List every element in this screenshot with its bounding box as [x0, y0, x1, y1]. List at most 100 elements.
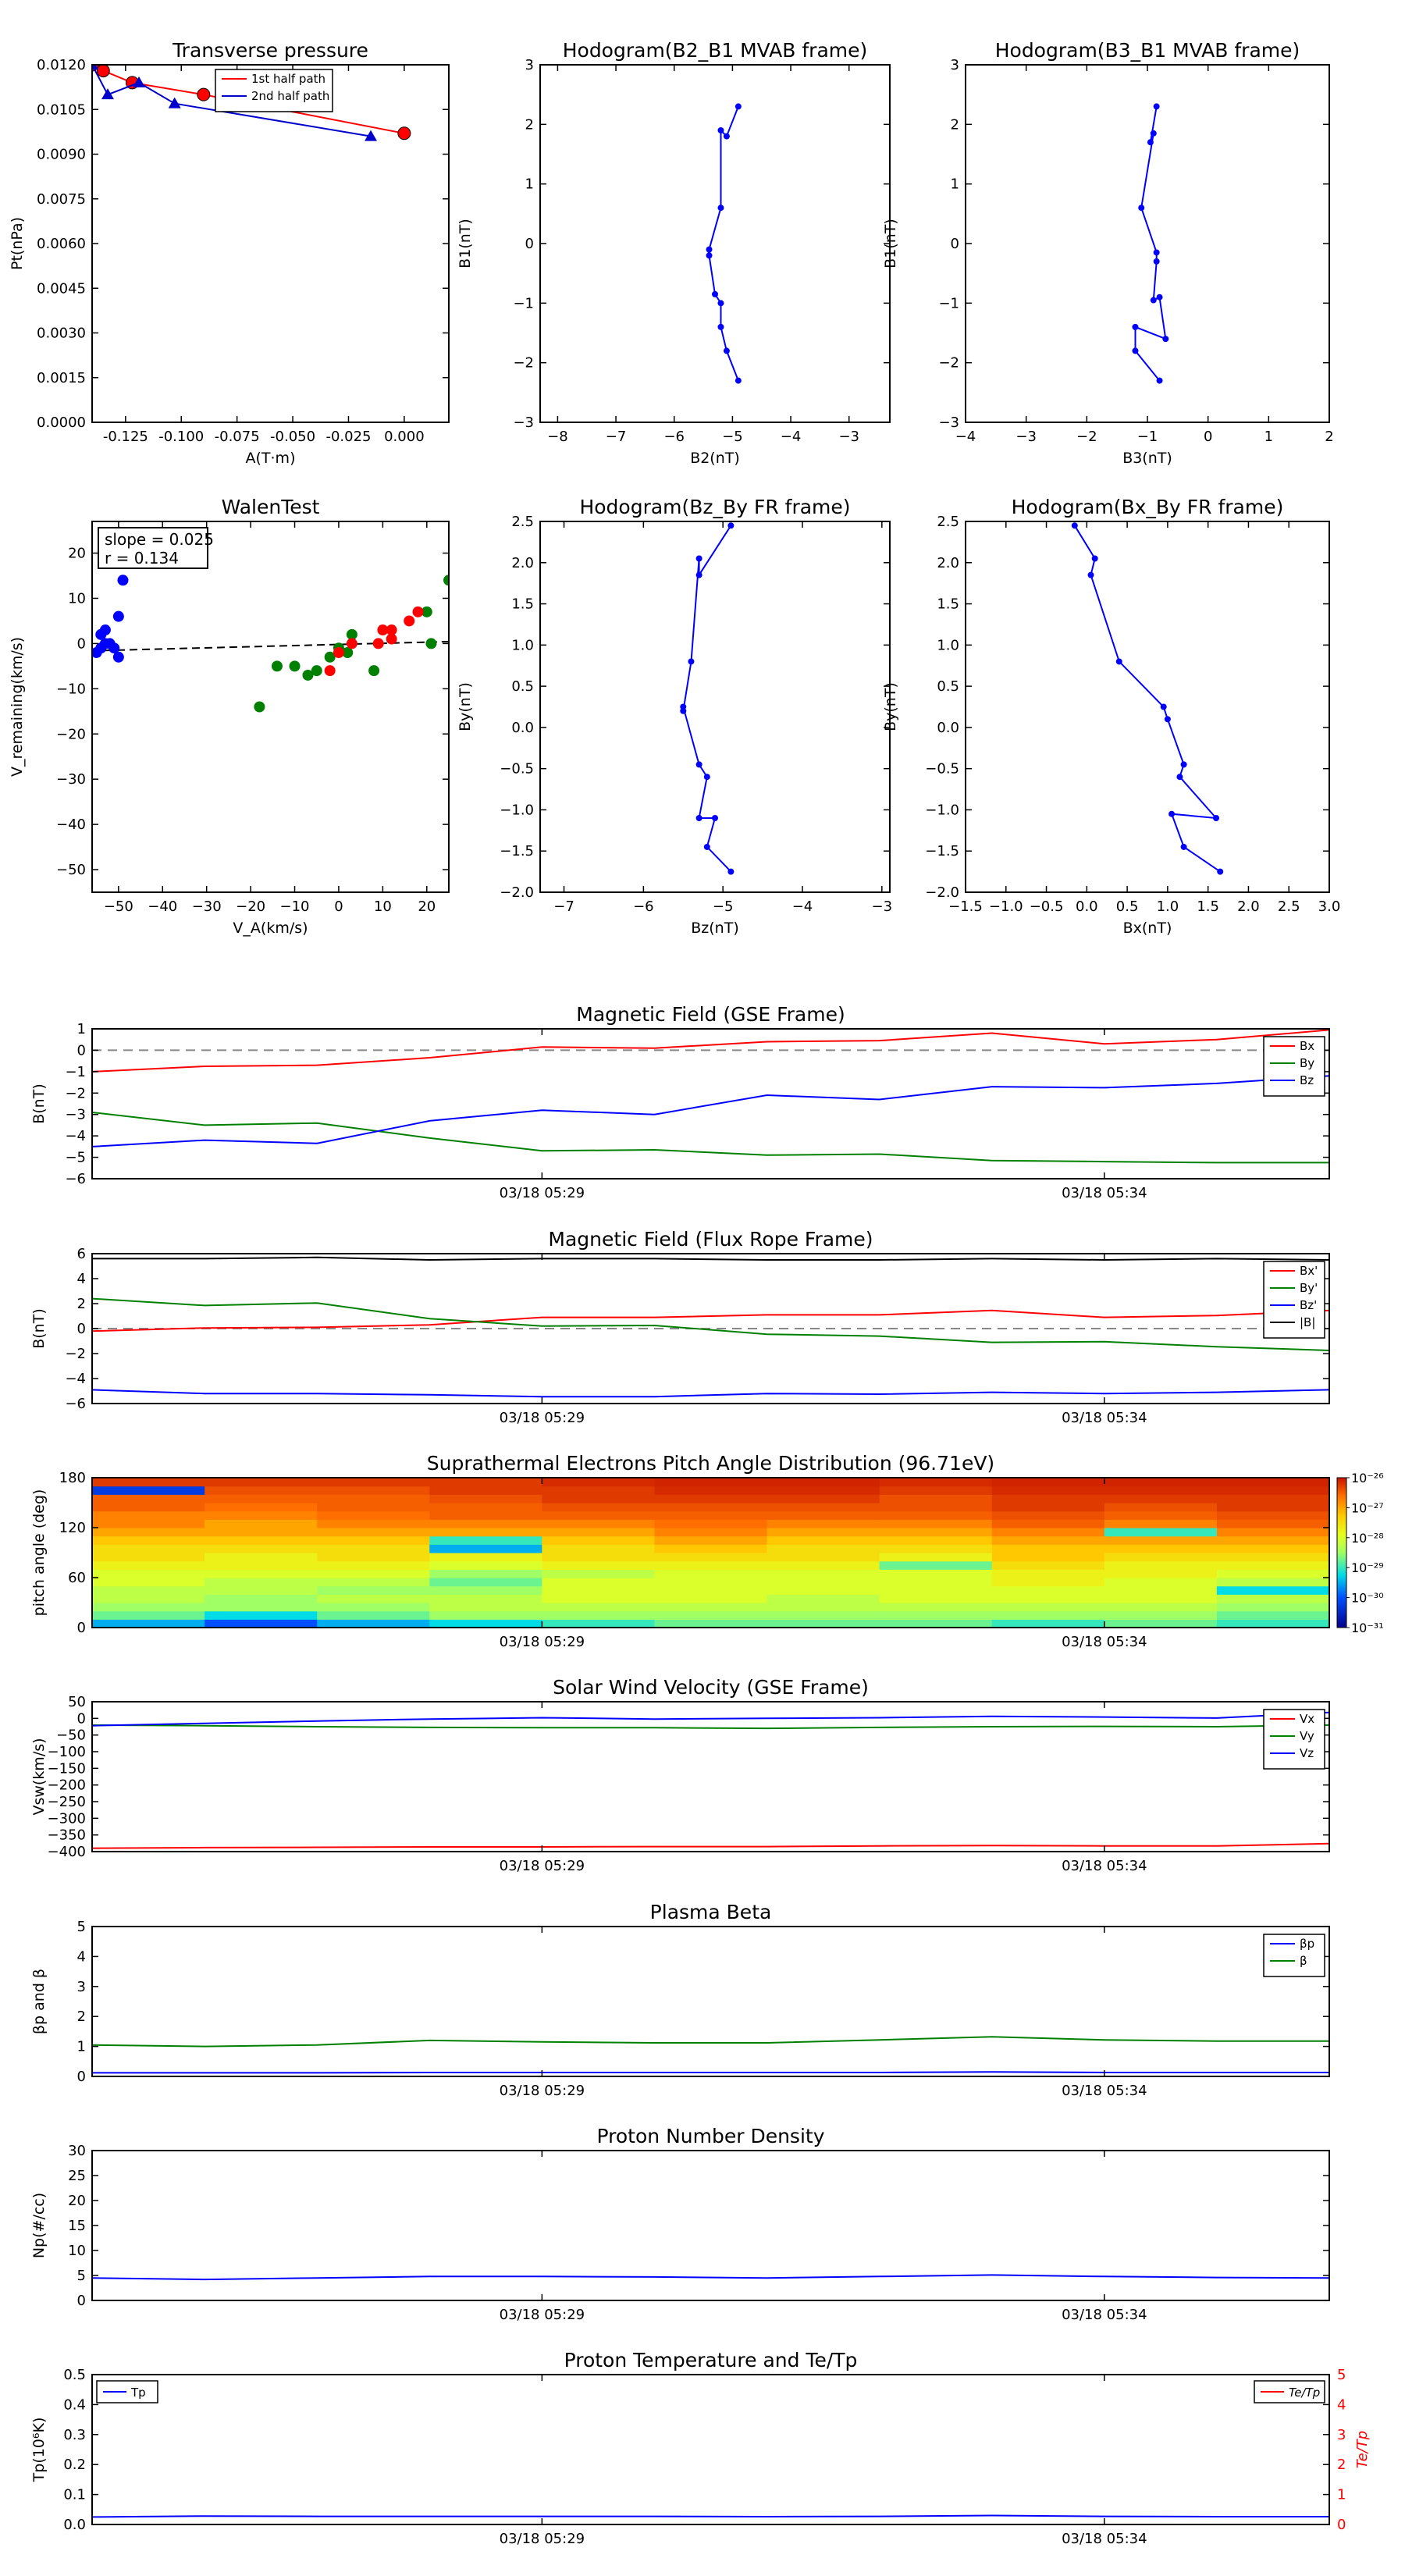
heatmap-cell	[317, 1503, 430, 1512]
heatmap-cell	[1216, 1585, 1329, 1595]
chart-title: Hodogram(Bx_By FR frame)	[1012, 496, 1284, 518]
heatmap-cell	[654, 1535, 768, 1545]
y-tick-label: −1.0	[500, 802, 534, 818]
heatmap-cell	[654, 1619, 768, 1628]
heatmap-cell	[767, 1578, 880, 1587]
y-tick-label: 0	[77, 2069, 86, 2085]
x-tick-label: −4	[792, 898, 813, 915]
heatmap-cell	[654, 1544, 768, 1553]
x-tick-label: −0.5	[1030, 898, 1064, 915]
heatmap-cell	[429, 1535, 542, 1545]
y-tick-label: 0	[77, 635, 86, 652]
y-tick-label: 2	[77, 1296, 86, 1312]
chart-beta: Plasma Beta 03/18 05:29 03/18 05:34 0 1 2 3 4 5 β…	[30, 1901, 1330, 2099]
x-tick-label: 0.5	[1116, 898, 1139, 915]
heatmap-cell	[92, 1478, 205, 1487]
heatmap-cell	[1104, 1485, 1218, 1495]
series-line-|B|	[92, 1256, 1329, 1261]
y-tick-label: −10	[56, 681, 86, 697]
heatmap-cell	[1104, 1594, 1218, 1603]
heatmap-cell	[92, 1535, 205, 1545]
chart-title: Transverse pressure	[172, 39, 368, 62]
heatmap-cell	[92, 1544, 205, 1553]
y-tick-label: −1	[65, 1064, 86, 1080]
y-tick-label: −2	[65, 1085, 86, 1101]
data-point	[1138, 205, 1145, 212]
y-axis-label: Pt(nPa)	[9, 217, 26, 270]
y-tick-label: 2	[77, 2008, 86, 2025]
y-tick-label: 0.0030	[37, 326, 86, 342]
chart-temperature: Proton Temperature and Te/Tp 03/18 05:29 0…	[30, 2349, 1371, 2547]
data-point	[680, 703, 687, 710]
data-point	[96, 65, 110, 78]
chart-title: Magnetic Field (Flux Rope Frame)	[548, 1228, 873, 1251]
heatmap-cell	[879, 1578, 993, 1587]
chart-walen_test: WalenTest −50 −40 −30 −20 −10 0 10 20 −50 −40 −30 −2…	[9, 496, 450, 937]
data-point	[1115, 658, 1122, 665]
y-tick-label: 25	[68, 2168, 86, 2184]
x-tick-label: −50	[104, 898, 133, 915]
x-tick-label: 03/18 05:34	[1062, 1185, 1147, 1201]
legend-label: Bx'	[1300, 1264, 1318, 1278]
x-tick-label: −30	[192, 898, 222, 915]
x-tick-label: 03/18 05:29	[500, 2307, 585, 2323]
heatmap-cell	[429, 1485, 542, 1495]
legend-box	[1263, 1934, 1325, 1977]
x-tick-label: 1	[1264, 429, 1273, 445]
heatmap-cell	[1216, 1494, 1329, 1503]
heatmap-cell	[991, 1485, 1105, 1495]
y-tick-label: −250	[48, 1794, 86, 1810]
y-tick-label: 1.0	[511, 637, 534, 653]
heatmap-cell	[767, 1485, 880, 1495]
x-tick-label: −2	[1076, 429, 1097, 445]
x-tick-label: −1.5	[948, 898, 983, 915]
series-line-0	[682, 525, 732, 873]
heatmap-cell	[317, 1478, 430, 1487]
legend-label: Tp	[130, 2386, 146, 2400]
y-tick-label: 0.3	[63, 2427, 86, 2443]
axes-frame	[965, 64, 1330, 423]
x-tick-label: 03/18 05:29	[500, 1185, 585, 1201]
heatmap-cell	[1216, 1578, 1329, 1587]
data-point	[1162, 336, 1169, 343]
plot-area	[92, 1478, 1329, 1628]
heatmap-cell	[991, 1528, 1105, 1537]
heatmap-cell	[542, 1560, 656, 1570]
y-tick-label: 0.0045	[37, 280, 86, 297]
heatmap-cell	[654, 1610, 768, 1620]
heatmap-cell	[654, 1494, 768, 1503]
heatmap-cell	[991, 1544, 1105, 1553]
legend-label: Bz'	[1300, 1298, 1317, 1312]
heatmap-cell	[205, 1519, 318, 1528]
legend-label: |B|	[1300, 1315, 1315, 1329]
heatmap-cell	[542, 1578, 656, 1587]
chart-hodo_bx_by: Hodogram(Bx_By FR frame) −1.5 −1.0 −0.5 0.0 0…	[882, 496, 1340, 937]
data-point	[727, 522, 735, 529]
scatter-point	[346, 638, 357, 649]
x-tick-label: −4	[781, 429, 802, 445]
scatter-point	[112, 651, 124, 663]
heatmap-cell	[879, 1528, 993, 1537]
axes-frame	[539, 64, 891, 423]
heatmap-cell	[1104, 1494, 1218, 1503]
heatmap-cell	[542, 1510, 656, 1520]
y-axis-label: B1(nT)	[882, 219, 899, 269]
heatmap-cell	[429, 1569, 542, 1578]
x-tick-label: −3	[1016, 429, 1037, 445]
y-tick-label: 0.2	[63, 2457, 86, 2473]
chart-density: Proton Number Density 03/18 05:29 03/18 05…	[30, 2125, 1330, 2323]
y-tick-label: −4	[65, 1371, 86, 1387]
heatmap-cell	[429, 1610, 542, 1620]
x-axis-label: Bz(nT)	[691, 920, 738, 937]
y-tick-label: −5	[65, 1150, 86, 1166]
data-point	[1156, 294, 1163, 301]
heatmap-cell	[92, 1610, 205, 1620]
y-tick-label: −1.5	[500, 843, 534, 859]
heatmap-cell	[767, 1528, 880, 1537]
heatmap-cell	[879, 1519, 993, 1528]
y-tick-label-right: 4	[1337, 2396, 1346, 2413]
y-axis-label: B1(nT)	[457, 219, 474, 269]
scatter-point	[404, 615, 415, 627]
heatmap-cell	[767, 1519, 880, 1528]
heatmap-cell	[654, 1519, 768, 1528]
